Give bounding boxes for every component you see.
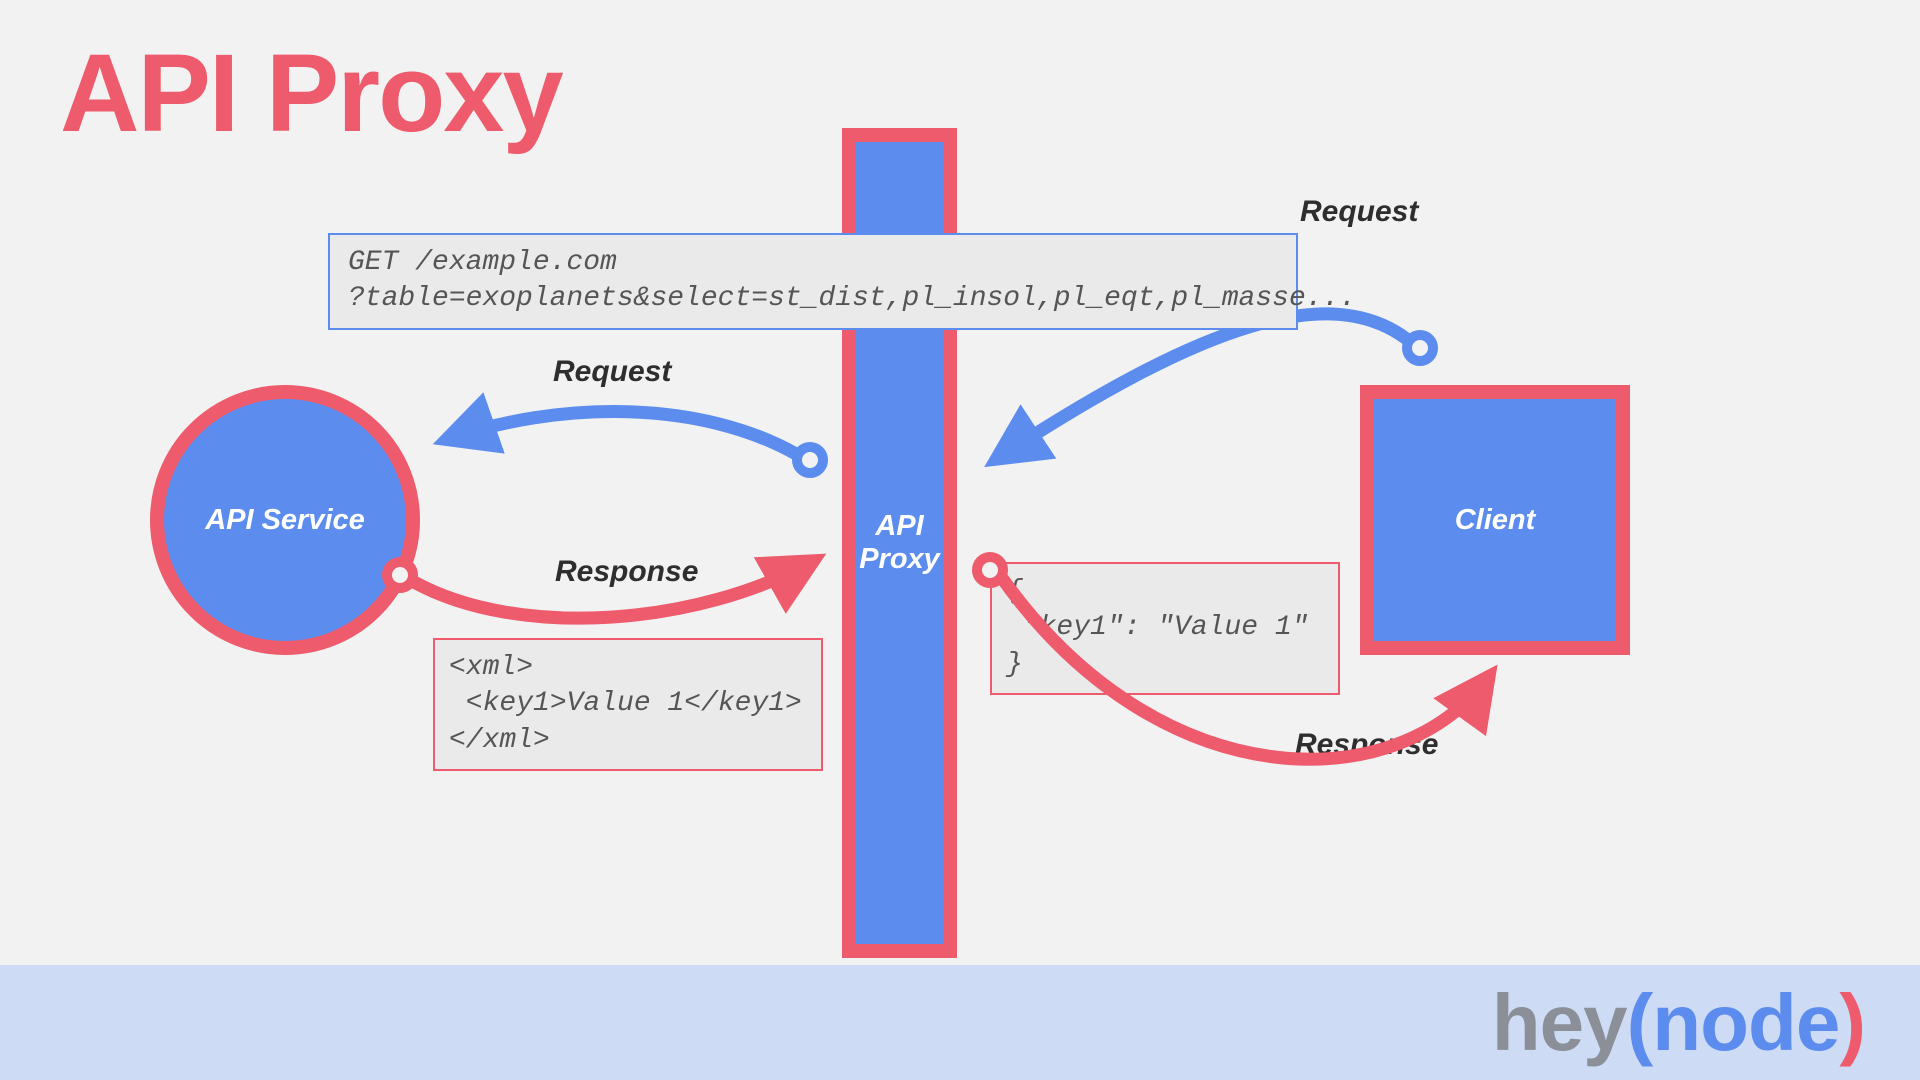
request-left-origin-dot-icon <box>797 447 823 473</box>
api-proxy-label: API Proxy <box>859 510 940 577</box>
client-label: Client <box>1455 504 1536 537</box>
request-label-right: Request <box>1300 195 1418 229</box>
footer: hey(node) <box>0 965 1920 1080</box>
api-service-node: API Service <box>150 385 420 655</box>
logo-part-hey: hey <box>1492 978 1627 1067</box>
logo-paren-close-icon: ) <box>1839 978 1865 1067</box>
request-right-origin-dot-icon <box>1407 335 1433 361</box>
request-code-box: GET /example.com ?table=exoplanets&selec… <box>328 233 1298 330</box>
request-label-left: Request <box>553 355 671 389</box>
heynode-logo: hey(node) <box>1492 977 1865 1069</box>
logo-part-node: node <box>1652 978 1839 1067</box>
diagram-title: API Proxy <box>60 30 562 157</box>
response-label-left: Response <box>555 555 698 589</box>
response-label-right: Response <box>1295 728 1438 762</box>
json-response-code-box: { "key1": "Value 1" } <box>990 562 1340 695</box>
request-arrow-proxy-to-service-icon <box>445 412 796 454</box>
request-arrow-client-to-proxy-icon <box>995 314 1408 460</box>
api-service-label: API Service <box>205 504 365 537</box>
logo-paren-open-icon: ( <box>1627 978 1653 1067</box>
client-node: Client <box>1360 385 1630 655</box>
xml-response-code-box: <xml> <key1>Value 1</key1> </xml> <box>433 638 823 771</box>
